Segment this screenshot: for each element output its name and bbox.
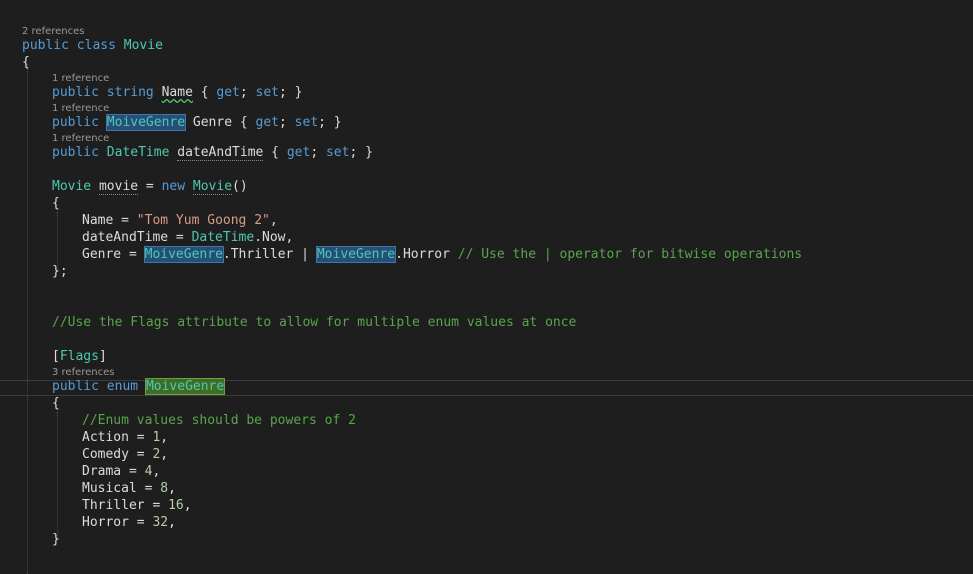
keyword: set	[294, 115, 319, 130]
type-name[interactable]: MoiveGenre	[143, 246, 224, 263]
code-line: public MoiveGenre Genre { get; set; }	[52, 114, 342, 131]
type-name[interactable]: DateTime	[107, 145, 170, 160]
number-literal: 8	[160, 481, 169, 496]
enum-member[interactable]: Musical	[82, 481, 137, 496]
enum-member[interactable]: Action	[82, 430, 129, 445]
code-line: Genre = MoiveGenre.Thriller | MoiveGenre…	[82, 246, 803, 263]
identifier[interactable]: Thriller	[231, 247, 294, 262]
keyword: public	[52, 379, 99, 394]
number-literal: 4	[144, 464, 153, 479]
code-line: Movie movie = new Movie()	[52, 179, 248, 195]
code-line: {	[22, 55, 30, 70]
keyword: new	[161, 179, 186, 194]
type-name[interactable]: Movie	[52, 179, 91, 194]
identifier[interactable]: Genre	[82, 247, 121, 262]
code-line: }	[52, 532, 60, 547]
comment: //Use the Flags attribute to allow for m…	[52, 315, 577, 330]
identifier[interactable]: Name	[162, 85, 193, 100]
type-name[interactable]: MoiveGenre	[144, 378, 226, 395]
code-line: };	[52, 264, 68, 279]
code-line: //Use the Flags attribute to allow for m…	[52, 314, 576, 331]
code-line: public class Movie	[22, 37, 163, 54]
type-name[interactable]: MoiveGenre	[315, 246, 397, 263]
enum-member[interactable]: Thriller	[82, 498, 145, 513]
number-literal: 32	[152, 515, 169, 530]
enum-member[interactable]: Comedy	[82, 447, 129, 462]
keyword: set	[255, 85, 280, 100]
keyword: class	[76, 38, 116, 53]
code-line: public string Name { get; set; }	[52, 85, 303, 100]
keyword: public	[52, 115, 99, 130]
code-line: Action = 1,	[82, 430, 169, 445]
identifier[interactable]: dateAndTime	[177, 145, 264, 161]
number-literal: 2	[152, 447, 161, 462]
code-line: [Flags]	[52, 349, 107, 364]
keyword: get	[216, 85, 240, 100]
keyword: set	[325, 145, 350, 160]
indent-guide	[27, 64, 28, 574]
comment: // Use the | operator for bitwise operat…	[457, 247, 803, 262]
code-line: Drama = 4,	[82, 464, 161, 479]
code-line: //Enum values should be powers of 2	[82, 412, 356, 429]
keyword: get	[255, 115, 280, 130]
identifier[interactable]: dateAndTime	[82, 230, 168, 245]
keyword: public	[22, 38, 69, 53]
identifier[interactable]: Name	[82, 213, 113, 228]
type-name[interactable]: Movie	[192, 179, 233, 195]
type-name[interactable]: MoiveGenre	[105, 114, 187, 131]
code-line: Horror = 32,	[82, 515, 176, 530]
identifier[interactable]: Now	[262, 230, 285, 245]
code-line: {	[52, 196, 60, 211]
comment: //Enum values should be powers of 2	[82, 413, 356, 428]
keyword: enum	[106, 379, 139, 394]
type-name[interactable]: DateTime	[192, 230, 255, 245]
identifier[interactable]: movie	[98, 179, 139, 195]
type-name[interactable]: Movie	[124, 38, 163, 53]
code-line: Comedy = 2,	[82, 447, 169, 462]
code-line: {	[52, 396, 60, 411]
identifier[interactable]: Horror	[403, 247, 450, 262]
keyword: string	[106, 85, 154, 100]
number-literal: 16	[168, 498, 184, 513]
code-line: public enum MoiveGenre	[52, 378, 226, 395]
enum-member[interactable]: Drama	[82, 464, 121, 479]
identifier[interactable]: Genre	[193, 115, 232, 130]
code-line: Thriller = 16,	[82, 498, 192, 513]
indent-guide	[57, 412, 58, 540]
code-line: Musical = 8,	[82, 481, 176, 496]
enum-member[interactable]: Horror	[82, 515, 129, 530]
keyword: public	[52, 85, 99, 100]
code-line: dateAndTime = DateTime.Now,	[82, 230, 294, 245]
number-literal: 1	[152, 430, 161, 445]
keyword: public	[52, 145, 99, 160]
code-line: Name = "Tom Yum Goong 2",	[82, 213, 278, 228]
string-literal: "Tom Yum Goong 2"	[136, 213, 270, 228]
attribute-name[interactable]: Flags	[60, 349, 99, 364]
code-line: public DateTime dateAndTime { get; set; …	[52, 145, 373, 161]
keyword: get	[286, 145, 311, 160]
